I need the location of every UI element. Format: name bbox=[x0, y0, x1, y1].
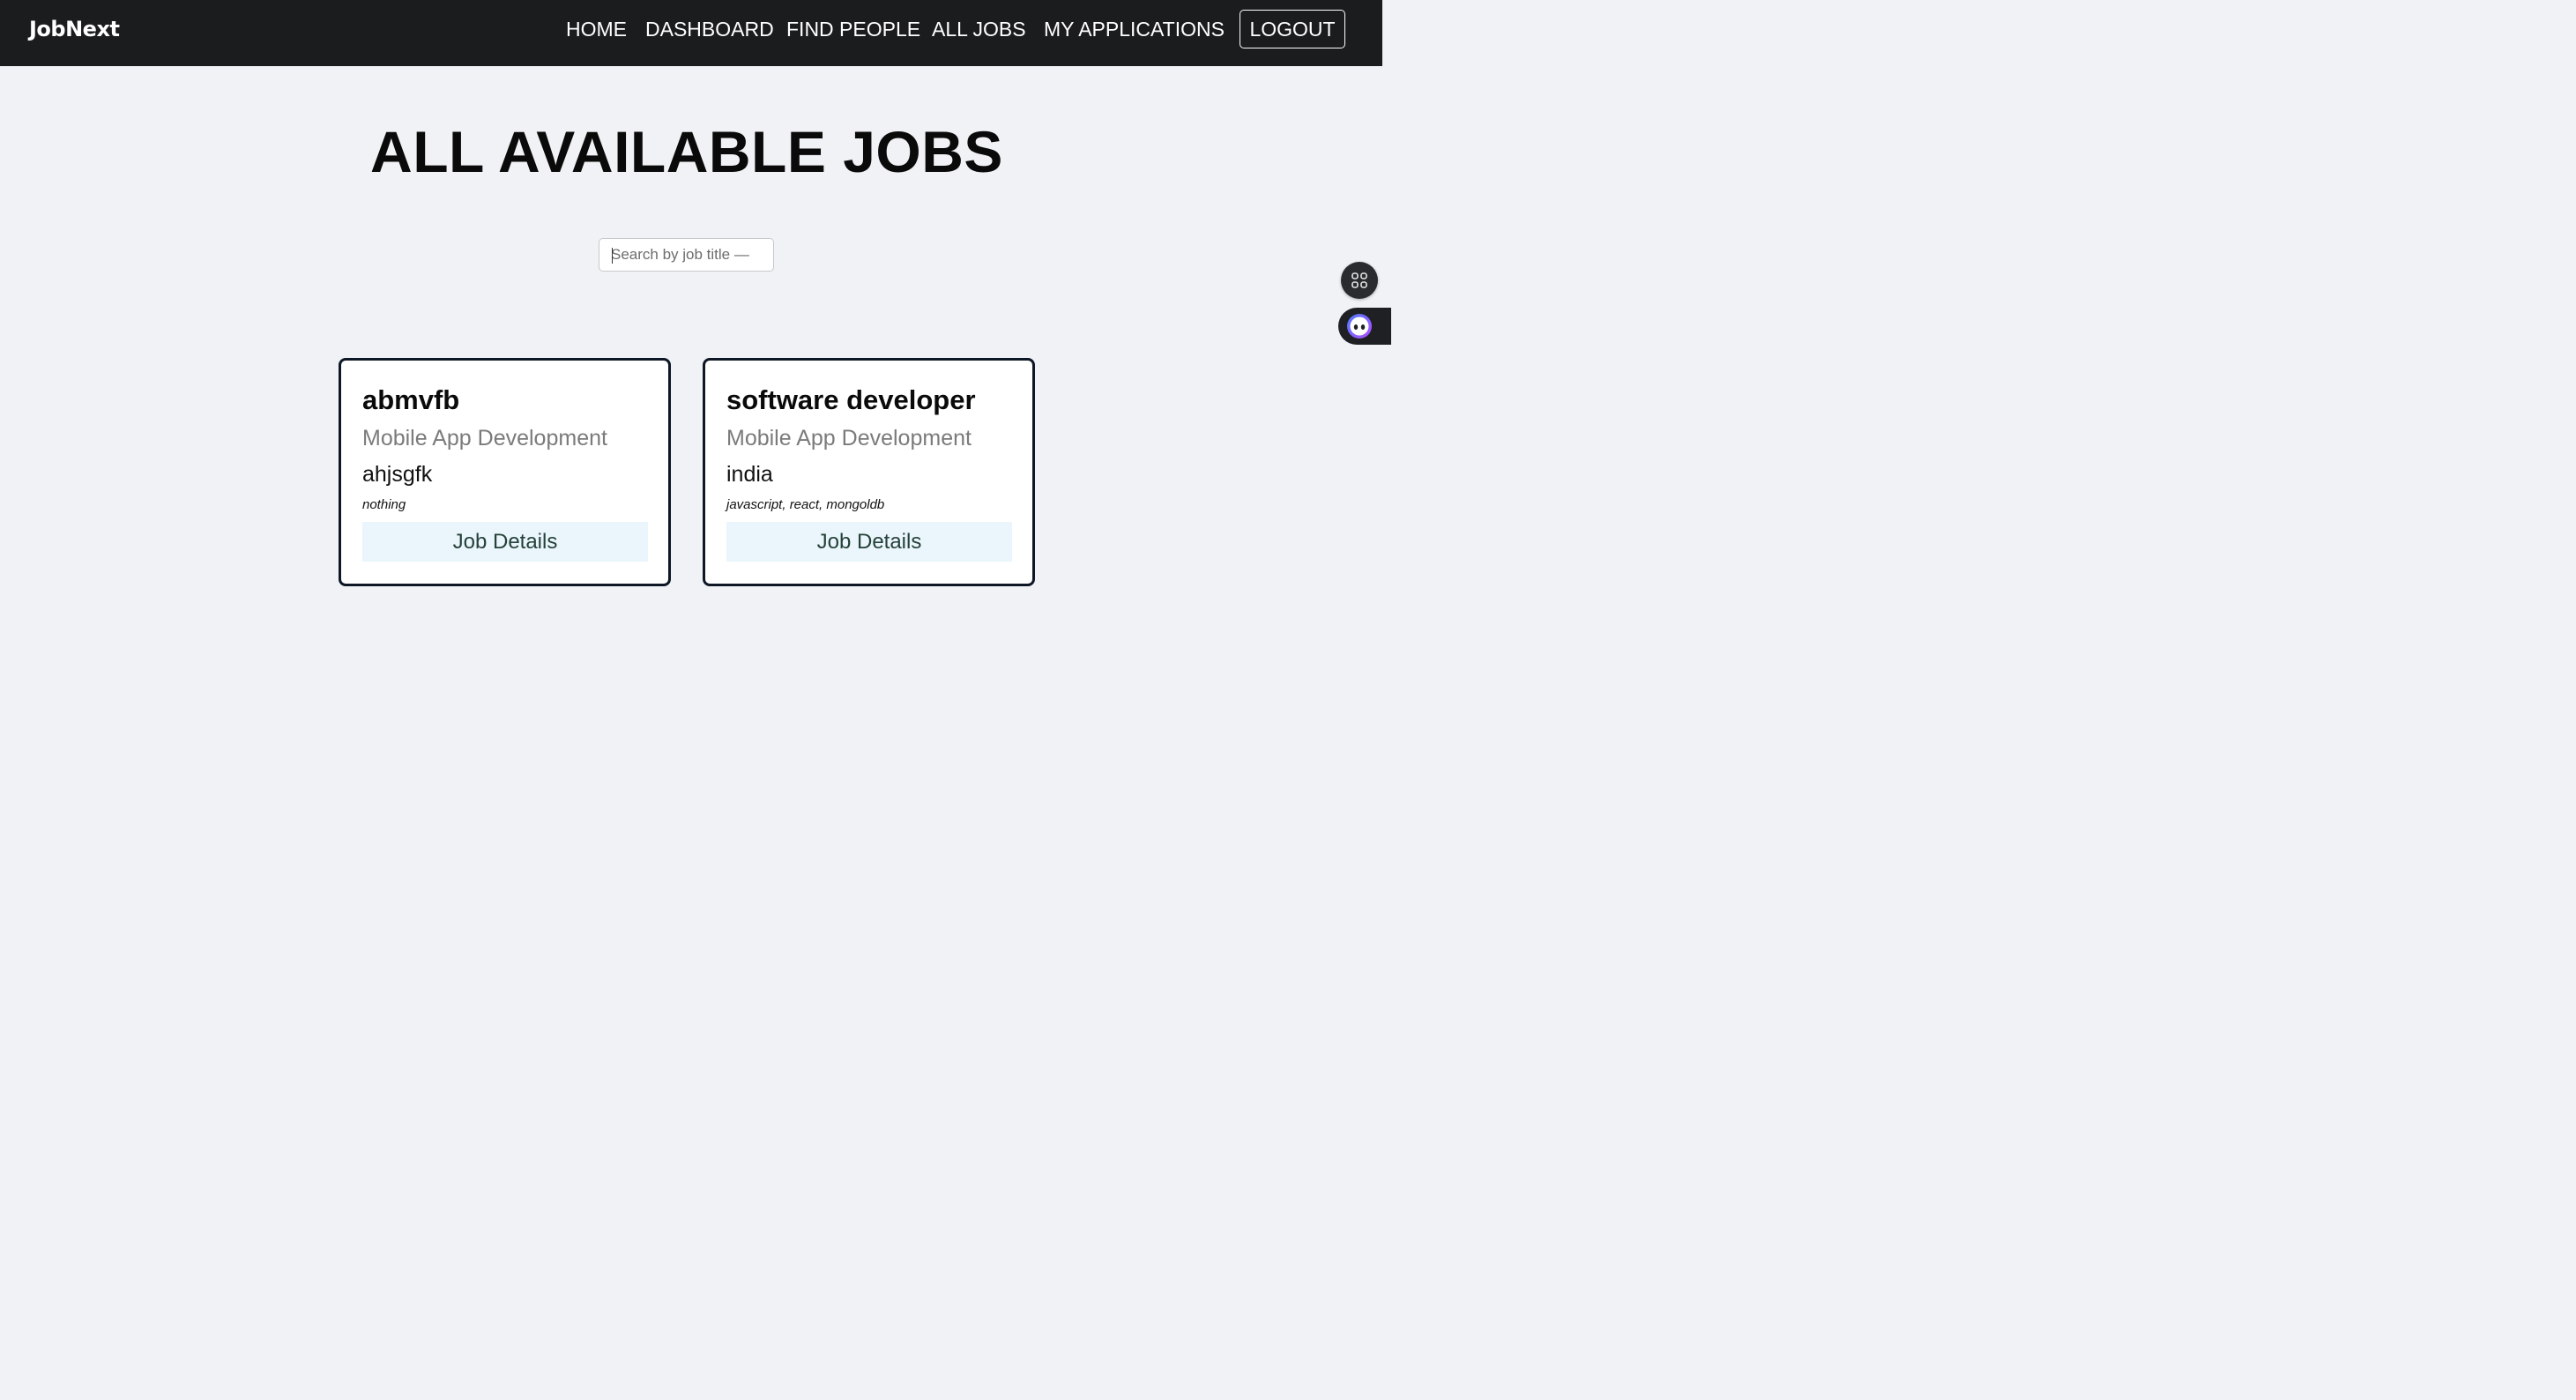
job-details-button[interactable]: Job Details bbox=[726, 522, 1012, 562]
job-skills: nothing bbox=[362, 497, 406, 512]
job-category: Mobile App Development bbox=[726, 426, 972, 451]
nav-link-all-jobs[interactable]: ALL JOBS bbox=[932, 16, 1026, 42]
job-category: Mobile App Development bbox=[362, 426, 607, 451]
job-location: india bbox=[726, 462, 773, 487]
apps-grid-icon bbox=[1351, 272, 1367, 288]
job-card: software developer Mobile App Developmen… bbox=[703, 358, 1035, 586]
nav-link-find-people[interactable]: FIND PEOPLE bbox=[786, 16, 920, 42]
text-caret bbox=[612, 248, 613, 264]
job-title: abmvfb bbox=[362, 384, 460, 415]
job-card: abmvfb Mobile App Development ahjsgfk no… bbox=[339, 358, 671, 586]
top-navbar: JobNext HOME DASHBOARD FIND PEOPLE ALL J… bbox=[0, 0, 1382, 66]
brand-logo[interactable]: JobNext bbox=[29, 16, 120, 42]
assistant-bot-icon bbox=[1347, 314, 1372, 339]
nav-link-my-applications[interactable]: MY APPLICATIONS bbox=[1044, 16, 1225, 42]
search-box[interactable] bbox=[599, 238, 774, 272]
job-skills: javascript, react, mongoldb bbox=[726, 497, 885, 512]
apps-grid-button[interactable] bbox=[1341, 262, 1378, 299]
job-title: software developer bbox=[726, 384, 976, 415]
page-title: ALL AVAILABLE JOBS bbox=[370, 119, 1003, 184]
assistant-launcher-button[interactable] bbox=[1338, 308, 1391, 345]
job-location: ahjsgfk bbox=[362, 462, 433, 487]
nav-link-home[interactable]: HOME bbox=[566, 16, 627, 42]
nav-link-dashboard[interactable]: DASHBOARD bbox=[645, 16, 774, 42]
job-details-button[interactable]: Job Details bbox=[362, 522, 648, 562]
logout-button[interactable]: LOGOUT bbox=[1240, 10, 1345, 48]
search-input[interactable] bbox=[611, 239, 752, 271]
